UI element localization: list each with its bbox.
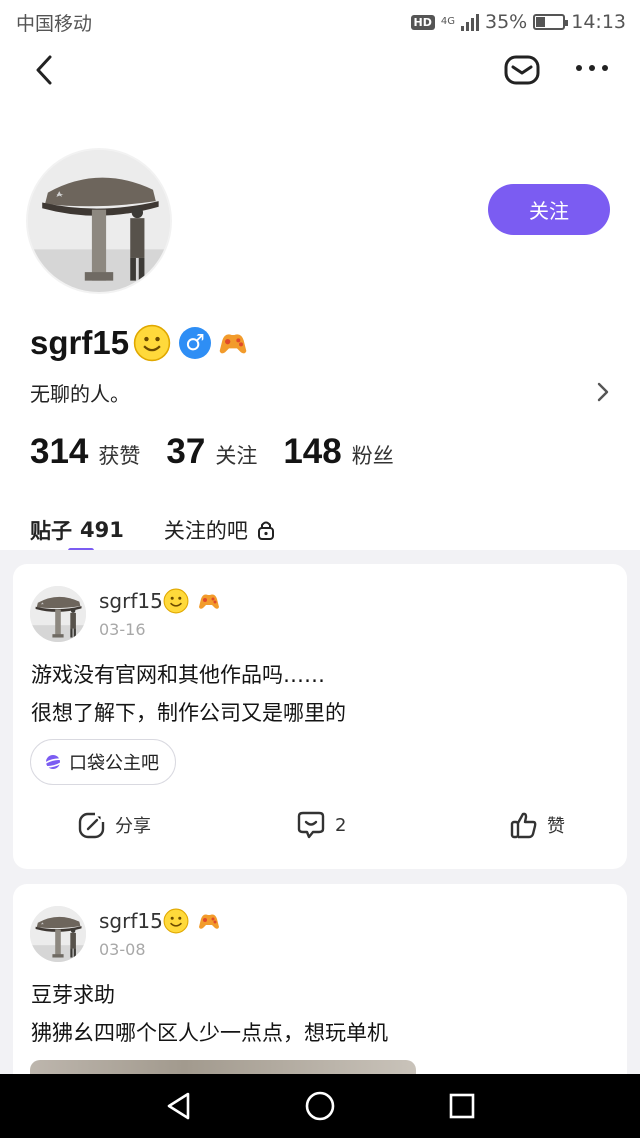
like-label: 赞 (547, 816, 565, 837)
follow-button[interactable]: 关注 (488, 184, 610, 235)
battery-icon (533, 14, 569, 30)
post-card[interactable]: sgrf15 03-08 豆芽求助 狒狒幺四哪个区人少一点点，想玩单机 (13, 884, 627, 1074)
network-type: 4G (440, 16, 455, 27)
status-bar: 中国移动 HD 4G 35% 14:13 (0, 0, 640, 44)
post-image[interactable] (30, 1060, 416, 1074)
following-count[interactable]: 37 (166, 432, 205, 472)
tab-followed-forums[interactable]: 关注的吧 (164, 515, 276, 545)
forum-tag[interactable]: 口袋公主吧 (30, 739, 176, 785)
profile-tabs: 贴子 491 关注的吧 (30, 508, 276, 553)
thumbs-up-icon (510, 812, 537, 839)
post-author[interactable]: sgrf15 (99, 909, 163, 933)
battery-percent: 35% (485, 11, 528, 33)
game-badge-icon (198, 594, 219, 609)
clock: 14:13 (571, 11, 626, 33)
forum-name: 口袋公主吧 (69, 753, 159, 774)
nav-home-icon[interactable] (304, 1090, 336, 1122)
system-nav-bar (0, 1074, 640, 1138)
tab-posts[interactable]: 贴子 491 (30, 515, 124, 553)
post-feed[interactable]: sgrf15 03-16 游戏没有官网和其他作品吗…… 很想了解下，制作公司又是… (0, 550, 640, 1074)
post-line: 狒狒幺四哪个区人少一点点，想玩单机 (31, 1021, 388, 1045)
carrier-label: 中国移动 (16, 12, 93, 35)
mail-icon[interactable] (503, 52, 541, 88)
post-date: 03-08 (99, 940, 146, 959)
share-button[interactable]: 分享 (77, 810, 151, 840)
likes-label: 获赞 (98, 444, 141, 468)
smile-emoji-icon (163, 588, 189, 614)
post-avatar[interactable] (30, 906, 86, 962)
like-button[interactable]: 赞 (509, 810, 565, 840)
post-content[interactable]: 游戏没有官网和其他作品吗…… 很想了解下，制作公司又是哪里的 (31, 656, 346, 732)
post-line: 游戏没有官网和其他作品吗…… (31, 663, 325, 687)
game-badge-icon (198, 914, 219, 929)
share-icon (78, 811, 106, 839)
nav-back-icon[interactable] (164, 1090, 194, 1122)
signal-icon (461, 13, 479, 31)
lock-icon (257, 521, 274, 540)
post-card[interactable]: sgrf15 03-16 游戏没有官网和其他作品吗…… 很想了解下，制作公司又是… (13, 564, 627, 869)
smile-emoji-icon (133, 324, 171, 362)
comment-button[interactable]: 2 (295, 810, 346, 840)
male-icon: ♂ (179, 327, 212, 359)
comment-icon (297, 811, 325, 839)
post-avatar[interactable] (30, 586, 86, 642)
fans-label[interactable]: 粉丝 (352, 440, 394, 470)
nav-recent-apps-icon[interactable] (448, 1092, 476, 1120)
smile-emoji-icon (163, 908, 189, 934)
chevron-left-icon[interactable] (30, 52, 58, 88)
more-icon[interactable] (572, 58, 612, 78)
share-label: 分享 (115, 816, 151, 837)
post-author[interactable]: sgrf15 (99, 589, 163, 613)
bio-row[interactable]: 无聊的人。 (30, 376, 610, 408)
avatar[interactable] (28, 150, 170, 292)
username-row: sgrf15 ♂ (30, 320, 249, 366)
username: sgrf15 (30, 324, 130, 361)
planet-icon (43, 755, 63, 769)
post-line: 很想了解下，制作公司又是哪里的 (31, 701, 346, 725)
comment-count: 2 (335, 814, 347, 836)
post-line: 豆芽求助 (31, 983, 115, 1007)
tab-posts-count: 491 (80, 518, 124, 542)
post-author-row: sgrf15 (99, 908, 221, 934)
following-label[interactable]: 关注 (215, 440, 257, 470)
post-content[interactable]: 豆芽求助 狒狒幺四哪个区人少一点点，想玩单机 (31, 976, 388, 1052)
bio: 无聊的人。 (30, 381, 130, 406)
top-nav (0, 44, 640, 96)
post-actions: 分享 2 赞 (13, 810, 627, 850)
post-date: 03-16 (99, 620, 146, 639)
hd-badge: HD (410, 14, 435, 30)
status-indicators: HD 4G 35% 14:13 (410, 11, 626, 33)
tab-forums-label: 关注的吧 (163, 519, 248, 543)
likes-count: 314 (30, 432, 89, 471)
stats-row: 314 获赞 37 关注 148 粉丝 (30, 432, 420, 480)
chevron-right-icon (597, 382, 609, 402)
fans-count[interactable]: 148 (283, 432, 341, 472)
game-badge-icon (219, 334, 247, 354)
post-author-row: sgrf15 (99, 588, 221, 614)
tab-posts-label: 贴子 (30, 519, 72, 543)
